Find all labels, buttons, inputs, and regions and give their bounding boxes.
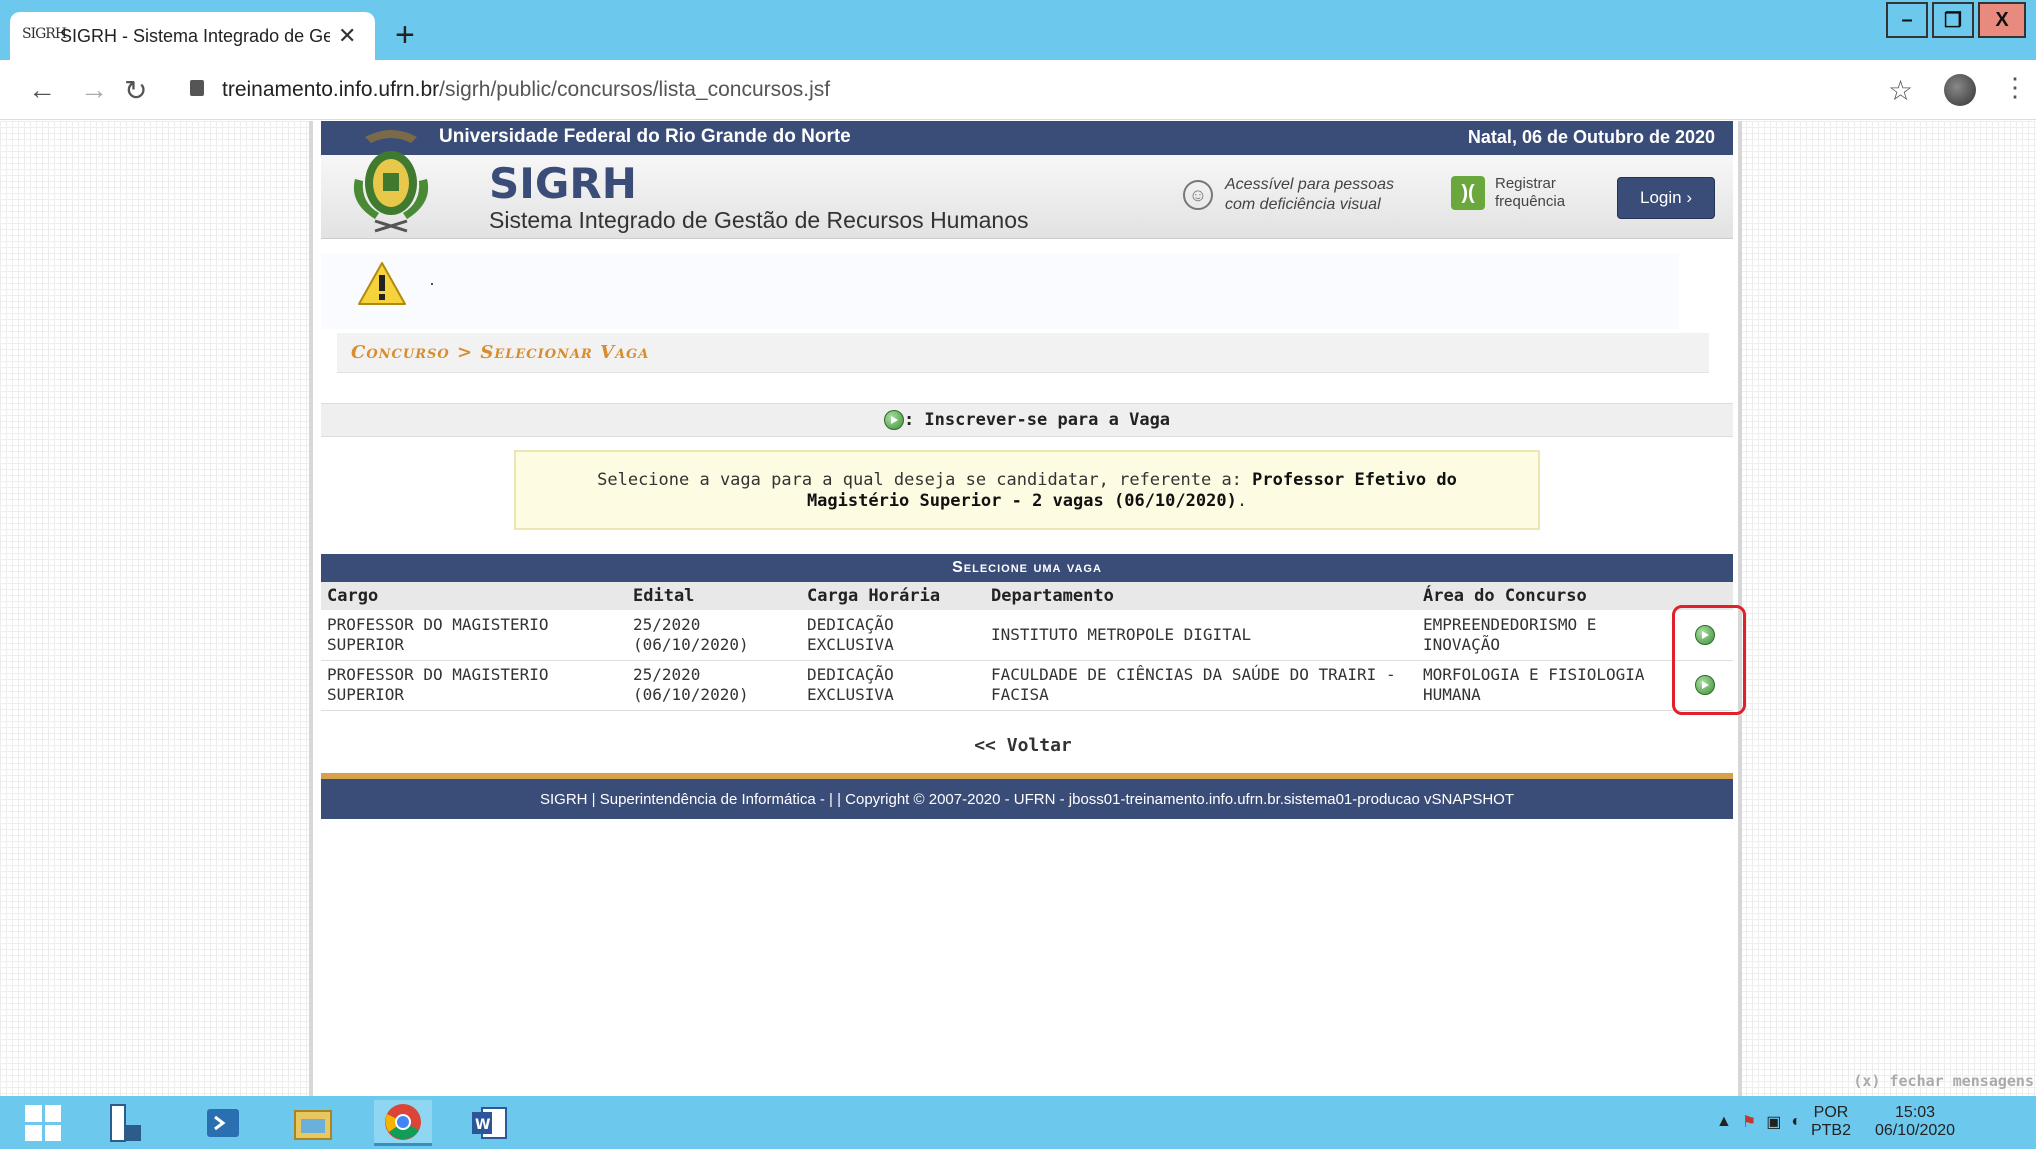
server-manager-icon[interactable] bbox=[96, 1100, 154, 1146]
keyboard-layout: PTB2 bbox=[1810, 1122, 1851, 1139]
restore-icon[interactable]: ❐ bbox=[1932, 2, 1974, 38]
column-header-area: Área do Concurso bbox=[1423, 586, 1587, 606]
tray-chevron-icon[interactable]: ▲ bbox=[1716, 1113, 1732, 1131]
reload-icon[interactable]: ↻ bbox=[124, 74, 147, 107]
accessibility-link[interactable]: ☺ Acessível para pessoas com deficiência… bbox=[1183, 175, 1425, 215]
back-arrow-icon[interactable]: ← bbox=[28, 74, 56, 106]
cell-departamento: INSTITUTO METROPOLE DIGITAL bbox=[991, 624, 1252, 644]
action-legend: : Inscrever-se para a Vaga bbox=[321, 403, 1733, 437]
profile-avatar[interactable] bbox=[1944, 74, 1976, 106]
bookmark-star-icon[interactable]: ☆ bbox=[1888, 74, 1913, 107]
system-tray: ▲ ⚑ ▣ ◐ POR PTB2 15:03 06/10/2020 bbox=[1716, 1104, 1955, 1140]
cell-area: EMPREENDEDORISMO E INOVAÇÃO bbox=[1423, 614, 1597, 654]
cell-cargo: PROFESSOR DO MAGISTERIO SUPERIOR bbox=[327, 614, 549, 654]
breadcrumb: Concurso > Selecionar Vaga bbox=[351, 342, 650, 363]
table-row: PROFESSOR DO MAGISTERIO SUPERIOR 25/2020… bbox=[321, 660, 1733, 710]
warning-text: · bbox=[429, 273, 435, 293]
system-short-name: SIGRH bbox=[489, 159, 637, 208]
language-indicator[interactable]: POR PTB2 bbox=[1811, 1104, 1851, 1140]
info-suffix: . bbox=[1236, 491, 1248, 511]
ufrn-crest-icon bbox=[353, 130, 429, 233]
column-header-departamento: Departamento bbox=[991, 586, 1114, 606]
vacancy-table-section: Selecione uma vaga Cargo Edital Carga Ho… bbox=[321, 554, 1733, 711]
cell-cargo: PROFESSOR DO MAGISTERIO SUPERIOR bbox=[327, 665, 549, 704]
page-footer: SIGRH | Superintendência de Informática … bbox=[321, 773, 1733, 819]
legend-label: : Inscrever-se para a Vaga bbox=[903, 410, 1171, 430]
info-box: Selecione a vaga para a qual deseja se c… bbox=[514, 450, 1540, 530]
table-caption: Selecione uma vaga bbox=[321, 554, 1733, 582]
info-prefix: Selecione a vaga para a qual deseja se c… bbox=[597, 470, 1253, 490]
clock-time: 15:03 bbox=[1895, 1104, 1936, 1121]
minimize-icon[interactable]: – bbox=[1886, 2, 1928, 38]
url-domain: treinamento.info.ufrn.br bbox=[222, 78, 440, 101]
cell-carga: DEDICAÇÃO EXCLUSIVA bbox=[807, 665, 894, 704]
start-button[interactable] bbox=[14, 1100, 72, 1146]
column-header-carga: Carga Horária bbox=[807, 586, 941, 606]
word-icon[interactable]: W bbox=[460, 1100, 518, 1146]
cell-carga: DEDICAÇÃO EXCLUSIVA bbox=[807, 614, 894, 654]
forward-arrow-icon[interactable]: → bbox=[80, 74, 108, 106]
vacancy-table: Cargo Edital Carga Horária Departamento … bbox=[321, 582, 1733, 711]
table-row: PROFESSOR DO MAGISTERIO SUPERIOR 25/2020… bbox=[321, 610, 1733, 660]
column-header-cargo: Cargo bbox=[327, 586, 379, 606]
new-tab-icon[interactable]: + bbox=[395, 18, 415, 52]
login-button[interactable]: Login › bbox=[1617, 177, 1715, 219]
register-frequency-icon: )( bbox=[1451, 176, 1485, 210]
system-full-name: Sistema Integrado de Gestão de Recursos … bbox=[489, 207, 1029, 233]
windows-logo-icon bbox=[25, 1105, 61, 1141]
page-container: Universidade Federal do Rio Grande do No… bbox=[309, 121, 1746, 1096]
table-header-row: Cargo Edital Carga Horária Departamento … bbox=[321, 582, 1733, 610]
close-messages-link[interactable]: (x) fechar mensagens bbox=[1853, 1072, 2034, 1090]
cell-departamento: FACULDADE DE CIÊNCIAS DA SAÚDE DO TRAIRI… bbox=[991, 665, 1396, 704]
column-header-edital: Edital bbox=[633, 586, 695, 606]
cell-area: MORFOLOGIA E FISIOLOGIA HUMANA bbox=[1423, 665, 1645, 704]
windows-taskbar: W ▲ ⚑ ▣ ◐ POR PTB2 15:03 06/10/2020 bbox=[0, 1096, 2036, 1149]
clock-date: 06/10/2020 bbox=[1875, 1122, 1956, 1139]
chrome-taskbar-icon[interactable] bbox=[374, 1100, 432, 1146]
register-frequency-label: Registrar frequência bbox=[1495, 175, 1566, 210]
url-path: /sigrh/public/concursos/lista_concursos.… bbox=[439, 78, 831, 101]
cell-edital: 25/2020 (06/10/2020) bbox=[633, 665, 749, 704]
window-close-icon[interactable]: X bbox=[1978, 2, 2026, 38]
header-date: Natal, 06 de Outubro de 2020 bbox=[1467, 127, 1715, 147]
breadcrumb-bar: Concurso > Selecionar Vaga bbox=[337, 333, 1709, 373]
file-explorer-icon[interactable] bbox=[284, 1100, 342, 1146]
system-clock[interactable]: 15:03 06/10/2020 bbox=[1875, 1104, 1955, 1140]
sigrh-favicon-icon: SIGRH bbox=[22, 26, 67, 42]
warning-icon bbox=[358, 262, 406, 305]
footer-text: SIGRH | Superintendência de Informática … bbox=[539, 790, 1514, 808]
top-strip: Universidade Federal do Rio Grande do No… bbox=[321, 121, 1733, 155]
highlight-annotation bbox=[1672, 605, 1746, 715]
lock-icon bbox=[190, 80, 204, 96]
tab-close-icon[interactable]: ✕ bbox=[338, 23, 356, 49]
accessibility-label: Acessível para pessoas com deficiência v… bbox=[1225, 176, 1394, 213]
address-bar: ← → ↻ treinamento.info.ufrn.br/sigrh/pub… bbox=[0, 60, 2036, 120]
action-center-icon[interactable]: ⚑ bbox=[1742, 1112, 1756, 1132]
volume-icon[interactable]: ◐ bbox=[1791, 1113, 1801, 1131]
cell-edital: 25/2020 (06/10/2020) bbox=[633, 614, 749, 654]
system-header: SIGRH Sistema Integrado de Gestão de Rec… bbox=[321, 130, 1733, 239]
university-name: Universidade Federal do Rio Grande do No… bbox=[439, 126, 851, 147]
subscribe-arrow-icon bbox=[883, 410, 904, 430]
warning-area: · bbox=[321, 253, 1679, 329]
tab-title: SIGRH - Sistema Integrado de Ge bbox=[60, 25, 330, 46]
browser-tab[interactable]: SIGRH SIGRH - Sistema Integrado de Ge ✕ bbox=[10, 12, 375, 60]
powershell-icon[interactable] bbox=[194, 1100, 252, 1146]
network-icon[interactable]: ▣ bbox=[1766, 1112, 1781, 1132]
browser-menu-icon[interactable]: ⋮ bbox=[2002, 72, 2028, 103]
url-field[interactable]: treinamento.info.ufrn.br/sigrh/public/co… bbox=[222, 78, 830, 102]
browser-titlebar: SIGRH SIGRH - Sistema Integrado de Ge ✕ … bbox=[0, 0, 2036, 60]
svg-text:W: W bbox=[475, 1117, 490, 1133]
page-viewport: Universidade Federal do Rio Grande do No… bbox=[0, 121, 2036, 1096]
back-link[interactable]: << Voltar bbox=[313, 735, 1733, 756]
register-frequency-link[interactable]: )( Registrar frequência bbox=[1451, 175, 1575, 211]
accessibility-icon: ☺ bbox=[1183, 180, 1213, 210]
language-code: POR bbox=[1813, 1104, 1849, 1121]
window-controls: – ❐ X bbox=[1886, 2, 2026, 38]
